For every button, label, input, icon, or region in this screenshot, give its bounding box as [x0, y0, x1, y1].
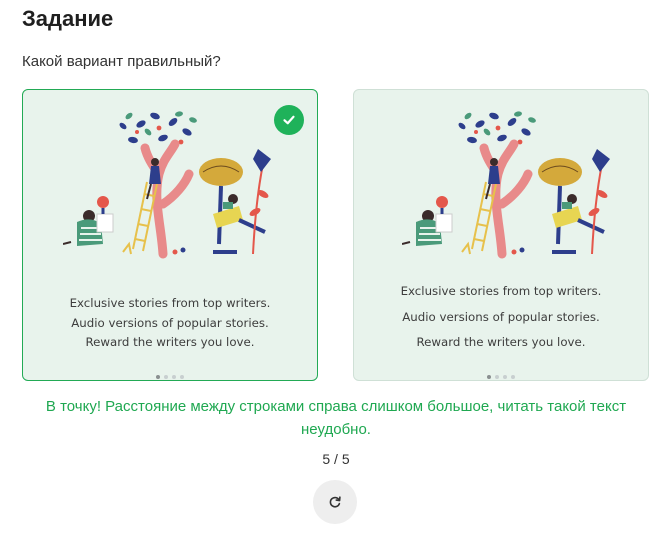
- caption-line: Reward the writers you love.: [416, 335, 586, 349]
- pager-dot: [495, 375, 499, 379]
- question-text: Какой вариант правильный?: [22, 53, 221, 70]
- caption-line: Reward the writers you love.: [85, 335, 255, 349]
- pager-dot: [511, 375, 515, 379]
- refresh-icon: [329, 496, 341, 508]
- option-card-left[interactable]: Exclusive stories from top writers. Audi…: [22, 89, 318, 381]
- caption-line: Exclusive stories from top writers.: [400, 284, 602, 298]
- reading-tree-illustration: [402, 111, 610, 259]
- caption-line: Audio versions of popular stories.: [71, 315, 269, 330]
- progress-counter: 5 / 5: [322, 451, 350, 467]
- pager-dot: [180, 375, 184, 379]
- feedback-message: В точку! Расстояние между строками справ…: [45, 398, 627, 438]
- pager-dot: [172, 375, 176, 379]
- pager-dot-active: [156, 375, 160, 379]
- pager-dot: [503, 375, 507, 379]
- page-title: Задание: [22, 6, 114, 31]
- option-caption: Exclusive stories from top writers. Audi…: [354, 279, 648, 356]
- pager-dots: [23, 366, 317, 380]
- pager-dot: [164, 375, 168, 379]
- option-caption: Exclusive stories from top writers. Audi…: [23, 294, 317, 353]
- retry-button[interactable]: [313, 480, 357, 524]
- caption-line: Audio versions of popular stories.: [402, 309, 600, 324]
- option-card-right[interactable]: Exclusive stories from top writers. Audi…: [353, 89, 649, 381]
- caption-line: Exclusive stories from top writers.: [69, 296, 271, 310]
- check-icon: [274, 105, 304, 135]
- pager-dot-active: [487, 375, 491, 379]
- pager-dots: [354, 366, 648, 380]
- reading-tree-illustration: [63, 111, 271, 259]
